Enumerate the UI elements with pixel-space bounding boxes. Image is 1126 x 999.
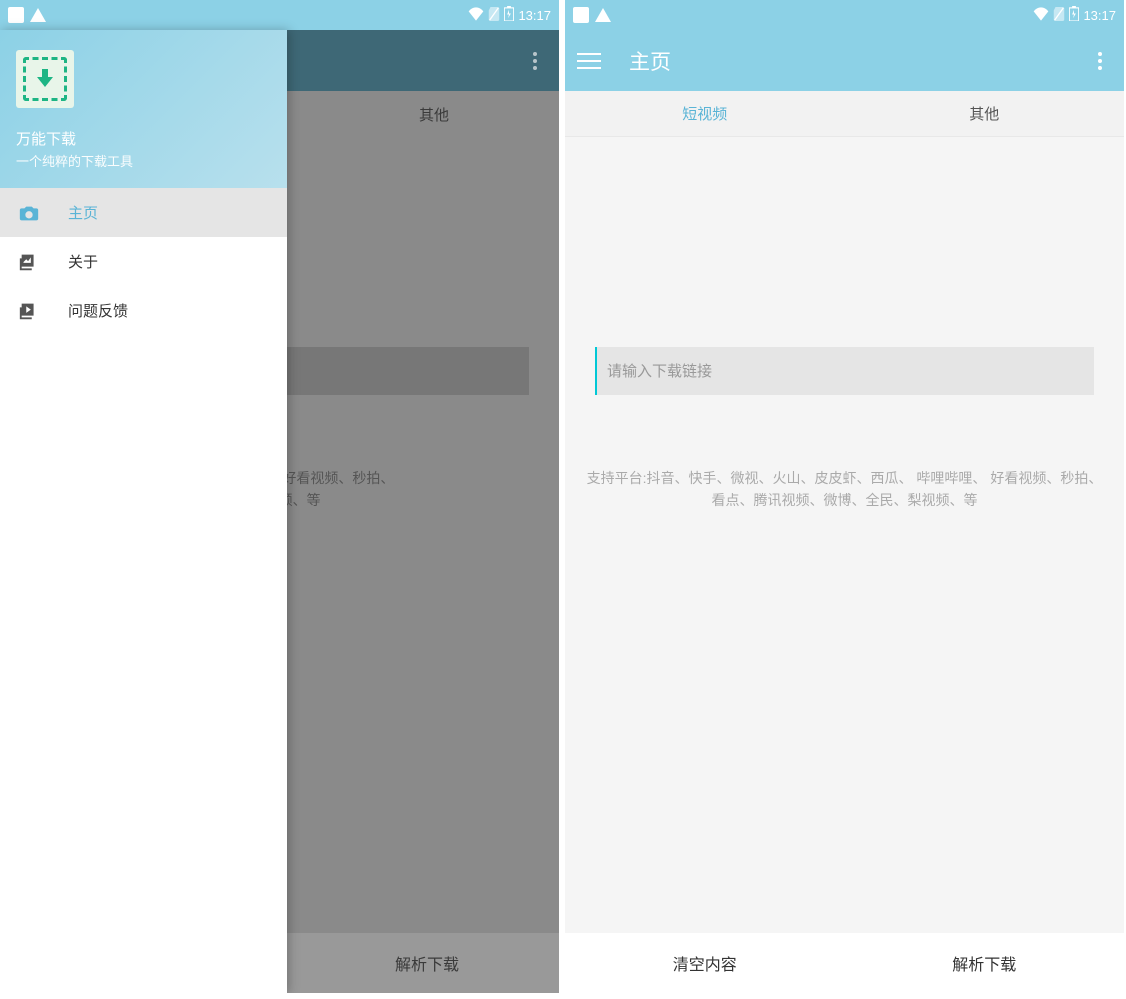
square-status-icon	[8, 7, 24, 23]
wifi-icon	[468, 7, 484, 24]
image-icon	[18, 251, 40, 273]
main-content: 支持平台:抖音、快手、微视、火山、皮皮虾、西瓜、 哔哩哔哩、 好看视频、秒拍、看…	[565, 137, 1124, 933]
url-input-container	[595, 347, 1094, 395]
tab-bar: 短视频 其他	[565, 91, 1124, 137]
parse-download-btn-dimmed: 解析下载	[395, 951, 459, 975]
drawer-item-label: 关于	[68, 251, 98, 272]
clear-button[interactable]: 清空内容	[565, 933, 845, 993]
drawer-header: 万能下载 一个纯粹的下载工具	[0, 30, 287, 188]
tab-other-dimmed: 其他	[419, 104, 449, 125]
wifi-icon	[1033, 7, 1049, 24]
page-title: 主页	[629, 46, 1088, 76]
tab-label: 短视频	[682, 103, 727, 124]
battery-charging-icon	[1069, 6, 1079, 24]
supported-platforms-text: 支持平台:抖音、快手、微视、火山、皮皮虾、西瓜、 哔哩哔哩、 好看视频、秒拍、看…	[585, 467, 1104, 512]
app-bar: 主页	[565, 30, 1124, 91]
drawer-item-feedback[interactable]: 问题反馈	[0, 286, 287, 335]
status-bar: 13:17	[0, 0, 559, 30]
warning-icon	[30, 8, 46, 22]
drawer-item-home[interactable]: 主页	[0, 188, 287, 237]
app-logo-icon	[16, 50, 74, 108]
status-bar: 13:17	[565, 0, 1124, 30]
drawer-app-name: 万能下载	[16, 128, 271, 149]
drawer-subtitle: 一个纯粹的下载工具	[16, 151, 271, 170]
hamburger-menu-icon[interactable]	[577, 49, 601, 73]
tab-short-video[interactable]: 短视频	[565, 91, 845, 136]
battery-charging-icon	[504, 6, 514, 24]
parse-download-button[interactable]: 解析下载	[845, 933, 1125, 993]
screen-main: 13:17 主页 短视频 其他 支持平台:抖音、快手、微视、火山、皮皮虾、西瓜、…	[565, 0, 1124, 993]
download-url-input[interactable]	[595, 347, 1094, 395]
overflow-menu-icon[interactable]	[523, 49, 547, 73]
drawer-item-label: 问题反馈	[68, 300, 128, 321]
drawer-item-label: 主页	[68, 202, 98, 223]
no-sim-icon	[1053, 7, 1065, 24]
button-label: 解析下载	[952, 951, 1016, 975]
no-sim-icon	[488, 7, 500, 24]
video-icon	[18, 300, 40, 322]
drawer-item-about[interactable]: 关于	[0, 237, 287, 286]
screen-drawer-open: 13:17 其他 下、西瓜、 哔哩哔哩、 好看视频、秒拍、 全民、梨视频、等 解…	[0, 0, 559, 993]
status-time: 13:17	[1083, 8, 1116, 23]
tab-other[interactable]: 其他	[845, 91, 1125, 136]
navigation-drawer: 万能下载 一个纯粹的下载工具 主页 关于 问题反馈	[0, 30, 287, 993]
bottom-action-bar: 清空内容 解析下载	[565, 933, 1124, 993]
status-time: 13:17	[518, 8, 551, 23]
camera-icon	[18, 202, 40, 224]
button-label: 清空内容	[673, 951, 737, 975]
square-status-icon	[573, 7, 589, 23]
tab-label: 其他	[969, 103, 999, 124]
warning-icon	[595, 8, 611, 22]
overflow-menu-icon[interactable]	[1088, 49, 1112, 73]
drawer-menu: 主页 关于 问题反馈	[0, 188, 287, 335]
